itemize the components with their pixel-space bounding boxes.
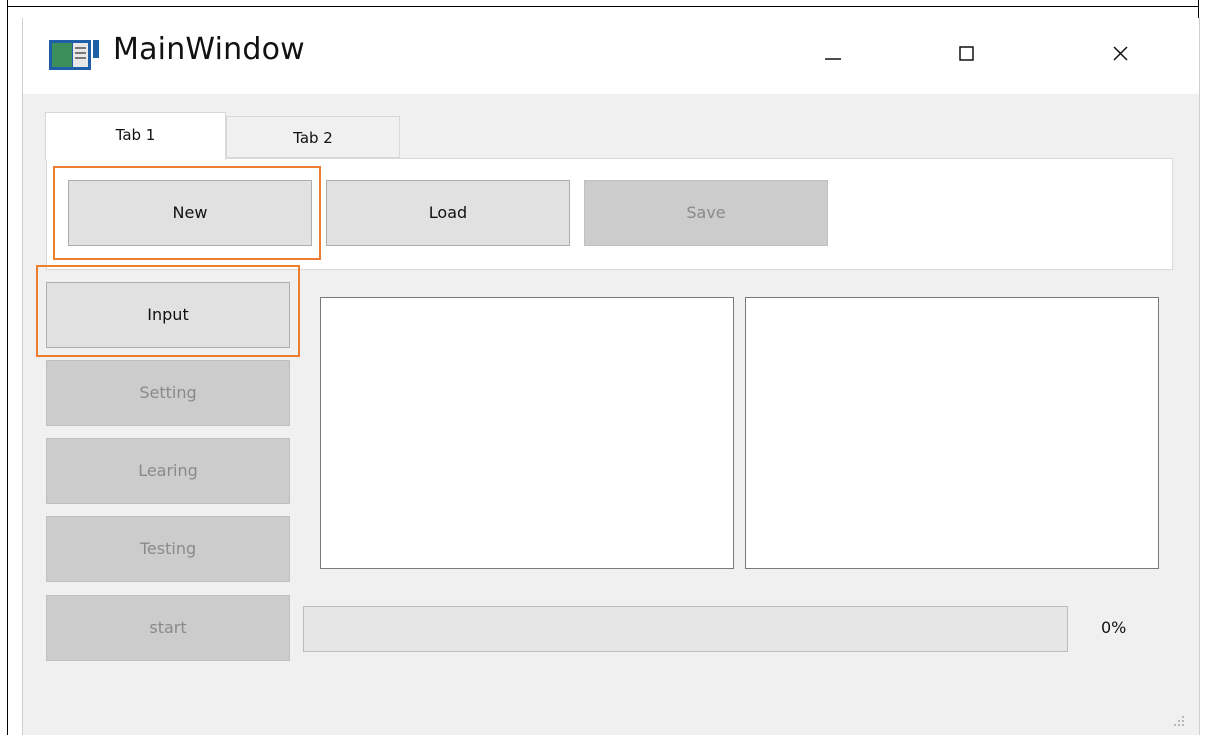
tab-2[interactable]: Tab 2 <box>226 116 400 158</box>
progress-bar <box>303 606 1068 652</box>
minimize-button[interactable] <box>803 32 863 76</box>
close-button[interactable] <box>1091 32 1151 76</box>
new-button-highlight <box>53 166 321 260</box>
resize-grip-icon[interactable] <box>1173 715 1187 729</box>
screenshot-border-left <box>7 0 8 735</box>
screenshot-border-top <box>7 6 1199 7</box>
progress-percent: 0% <box>1101 618 1127 637</box>
window-title: MainWindow <box>113 32 305 67</box>
maximize-button[interactable] <box>937 32 997 76</box>
main-window: MainWindow Tab 1 Tab 2 New Load Save Inp… <box>22 18 1200 735</box>
maximize-icon <box>959 46 974 61</box>
testing-button[interactable]: Testing <box>46 516 290 582</box>
input-button-highlight <box>36 265 300 357</box>
start-button[interactable]: start <box>46 595 290 661</box>
close-icon <box>1113 46 1128 61</box>
load-button[interactable]: Load <box>326 180 570 246</box>
minimize-icon <box>825 58 841 60</box>
left-display-panel <box>320 297 734 569</box>
learing-button[interactable]: Learing <box>46 438 290 504</box>
tab-1[interactable]: Tab 1 <box>45 112 226 160</box>
setting-button[interactable]: Setting <box>46 360 290 426</box>
save-button[interactable]: Save <box>584 180 828 246</box>
right-display-panel <box>745 297 1159 569</box>
title-bar[interactable]: MainWindow <box>23 18 1199 94</box>
app-icon <box>49 40 99 70</box>
